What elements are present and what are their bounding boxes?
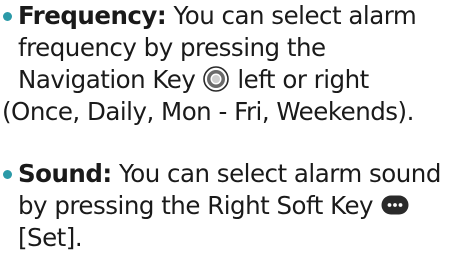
bullet-icon bbox=[3, 12, 12, 21]
sound-term: Sound: bbox=[18, 159, 112, 188]
right-soft-key-icon bbox=[381, 195, 409, 215]
sound-line-2: by pressing the Right Soft Key bbox=[0, 190, 454, 222]
frequency-text-5: (Once, Daily, Mon - Fri, Weekends). bbox=[2, 97, 414, 126]
frequency-text-4: left or right bbox=[237, 65, 369, 94]
bullet-icon bbox=[3, 170, 12, 179]
frequency-line-3: Navigation Key left or right bbox=[0, 64, 454, 96]
frequency-term: Frequency: bbox=[18, 1, 167, 30]
frequency-text-3: Navigation Key bbox=[18, 65, 196, 94]
sound-text-1: You can select alarm sound bbox=[111, 159, 441, 188]
frequency-item: Frequency: You can select alarm frequenc… bbox=[0, 0, 454, 128]
frequency-text-2: frequency by pressing the bbox=[18, 33, 326, 62]
frequency-line-4: (Once, Daily, Mon - Fri, Weekends). bbox=[0, 96, 454, 128]
navigation-key-icon bbox=[203, 66, 230, 92]
frequency-line-2: frequency by pressing the bbox=[0, 32, 454, 64]
sound-line-3: [Set]. bbox=[0, 222, 454, 254]
sound-text-3: [Set]. bbox=[18, 223, 83, 252]
sound-line-1: Sound: You can select alarm sound bbox=[0, 158, 454, 190]
sound-item: Sound: You can select alarm sound by pre… bbox=[0, 158, 454, 254]
frequency-text-1: You can select alarm bbox=[166, 1, 417, 30]
sound-text-2: by pressing the Right Soft Key bbox=[18, 191, 374, 220]
frequency-line-1: Frequency: You can select alarm bbox=[0, 0, 454, 32]
